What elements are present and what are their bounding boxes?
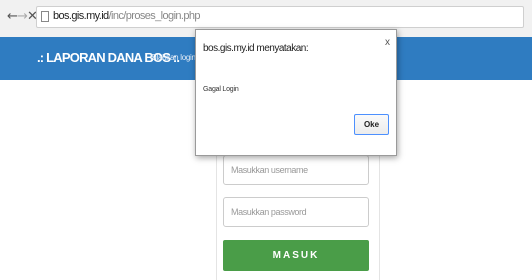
page-icon [41,11,49,22]
password-input[interactable]: Masukkan password [223,197,369,227]
username-placeholder: Masukkan username [231,165,308,175]
url-host: bos.gis.my.id [53,10,109,22]
login-button[interactable]: MASUK [223,240,369,271]
username-input[interactable]: Masukkan username [223,155,369,185]
dialog-title: bos.gis.my.id menyatakan: [203,43,309,54]
ok-button[interactable]: Oke [354,114,389,135]
url-path: /inc/proses_login.php [108,10,201,22]
close-icon[interactable]: x [385,37,390,48]
url-text: bos.gis.my.id/inc/proses_login.php [53,10,201,22]
alert-dialog: bos.gis.my.id menyatakan: x Gagal Login … [195,29,397,156]
dialog-message: Gagal Login [203,86,239,93]
password-placeholder: Masukkan password [231,207,307,217]
address-bar[interactable]: bos.gis.my.id/inc/proses_login.php [36,6,524,28]
